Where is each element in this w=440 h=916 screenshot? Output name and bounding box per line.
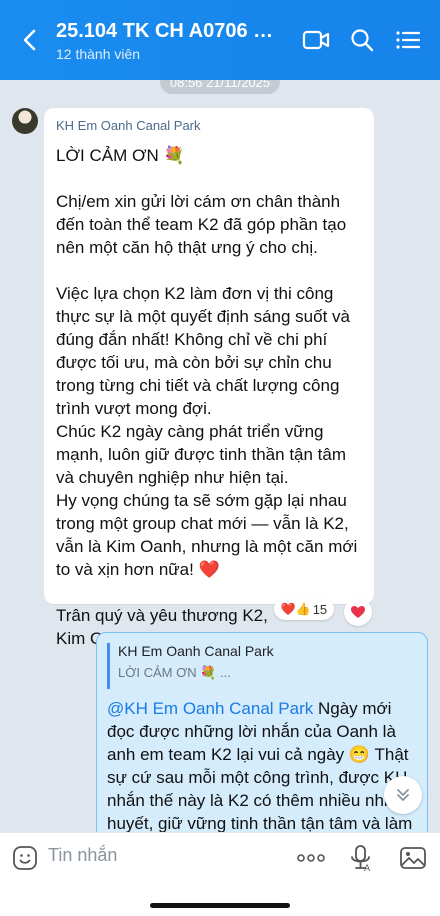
image-icon [400,847,426,869]
back-button[interactable] [14,22,44,58]
back-icon [23,29,36,51]
incoming-message[interactable]: KH Em Oanh Canal Park LỜI CẢM ƠN 💐 Chị/e… [44,108,374,648]
image-button[interactable] [398,843,428,873]
video-call-icon [302,30,330,50]
react-button[interactable] [344,598,372,626]
reaction-emoji: ❤️👍 [280,602,311,616]
sender-name: KH Em Oanh Canal Park [56,118,201,133]
more-button[interactable] [296,843,326,873]
heart-icon [351,606,365,618]
more-icon [297,854,325,862]
composer-bar: Tin nhắn A [0,832,440,916]
chat-header: 25.104 TK CH A0706 Ca... 12 thành viên [0,0,440,80]
emoji-icon [13,846,37,870]
timestamp-chip: 08:56 21/11/2025 [160,80,280,94]
conversation-info[interactable]: 25.104 TK CH A0706 Ca... 12 thành viên [56,18,286,62]
message-list[interactable]: 08:56 21/11/2025 KH Em Oanh Canal Park L… [0,80,440,832]
mention-link[interactable]: @KH Em Oanh Canal Park [107,699,313,718]
outgoing-message[interactable]: KH Em Oanh Canal Park LỜI CẢM ƠN 💐 ... @… [96,632,428,832]
double-chevron-down-icon [397,789,409,801]
reply-text: @KH Em Oanh Canal Park Ngày mới đọc được… [107,697,419,832]
search-button[interactable] [346,24,378,56]
emoji-button[interactable] [10,843,40,873]
reaction-count: 15 [312,601,328,617]
reaction-summary[interactable]: ❤️👍 15 [274,598,334,620]
menu-list-icon [396,31,421,49]
quote-text: LỜI CẢM ƠN 💐 ... [118,665,231,680]
search-icon [351,29,374,52]
voice-button[interactable]: A [348,843,374,873]
member-count: 12 thành viên [56,46,141,62]
home-indicator [150,903,290,908]
message-text: LỜI CẢM ƠN 💐 Chị/em xin gửi lời cám ơn c… [56,146,358,648]
quoted-message[interactable]: KH Em Oanh Canal Park LỜI CẢM ƠN 💐 ... [107,643,419,689]
quote-sender: KH Em Oanh Canal Park [118,643,274,659]
reply-body: Ngày mới đọc được những lời nhắn của Oan… [107,699,413,832]
scroll-to-bottom-button[interactable] [384,776,422,814]
video-call-button[interactable] [300,24,332,56]
menu-button[interactable] [392,24,424,56]
conversation-title: 25.104 TK CH A0706 Ca... [56,20,286,42]
svg-text:A: A [364,864,371,872]
message-input[interactable]: Tin nhắn [48,845,117,866]
voice-icon: A [351,845,371,872]
avatar[interactable] [12,108,38,134]
